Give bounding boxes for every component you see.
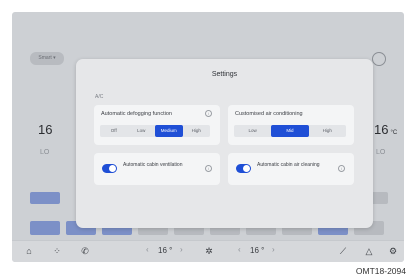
custom-ac-title: Customised air conditioning <box>235 111 303 117</box>
fan-icon[interactable]: ✲ <box>204 246 214 256</box>
cabin-cleaning-label: Automatic cabin air cleaning <box>257 162 320 168</box>
custom-ac-option-low[interactable]: Low <box>234 125 271 137</box>
info-icon[interactable]: i <box>205 165 212 172</box>
cabin-cleaning-toggle[interactable] <box>236 164 251 173</box>
climate-screen: Smart ▾ 16 16 °C LO LO ⌂ ⁘ ✆ ‹ 16 ° › ✲ ‹… <box>12 12 404 262</box>
right-temp-down-icon[interactable]: ‹ <box>238 245 241 254</box>
defog-card: Automatic defogging function i Off Low M… <box>94 105 220 145</box>
defog-option-off[interactable]: Off <box>100 125 128 137</box>
cabin-cleaning-card: Automatic cabin air cleaning i <box>228 153 354 185</box>
info-icon[interactable]: i <box>338 165 345 172</box>
phone-icon[interactable]: ✆ <box>80 246 90 256</box>
defog-option-medium[interactable]: Medium <box>155 125 183 137</box>
status-right-temp: 16 ° <box>250 246 265 255</box>
custom-ac-option-mid[interactable]: Mid <box>271 125 309 137</box>
settings-gear-icon[interactable] <box>372 52 386 66</box>
seat-icon[interactable]: ⟋ <box>338 246 348 256</box>
figure-caption: OMT18-2094 <box>355 266 406 276</box>
cabin-ventilation-card: Automatic cabin ventilation i <box>94 153 220 185</box>
bg-left-button[interactable] <box>30 192 60 204</box>
left-temp-down-icon[interactable]: ‹ <box>146 245 149 254</box>
section-label-ac: A/C <box>95 94 104 100</box>
defog-option-low[interactable]: Low <box>128 125 156 137</box>
mode-dropdown[interactable]: Smart ▾ <box>30 52 64 65</box>
custom-ac-level-selector: Low Mid High <box>234 125 346 137</box>
home-icon[interactable]: ⌂ <box>24 246 34 256</box>
left-temp-up-icon[interactable]: › <box>180 245 183 254</box>
toggle-knob <box>109 165 116 172</box>
dialog-title: Settings <box>211 71 238 78</box>
defog-level-selector: Off Low Medium High <box>100 125 210 137</box>
bottom-status-bar: ⌂ ⁘ ✆ ‹ 16 ° › ✲ ‹ 16 ° › ⟋ △ ⚙ <box>12 240 404 262</box>
toggle-knob <box>243 165 250 172</box>
defog-option-high[interactable]: High <box>183 125 211 137</box>
right-temp-up-icon[interactable]: › <box>272 245 275 254</box>
cabin-ventilation-label: Automatic cabin ventilation <box>123 162 183 168</box>
settings-icon[interactable]: ⚙ <box>388 246 398 256</box>
status-left-temp: 16 ° <box>158 246 173 255</box>
left-level-label: LO <box>40 149 50 156</box>
cabin-ventilation-toggle[interactable] <box>102 164 117 173</box>
left-temperature: 16 <box>38 122 53 137</box>
right-temperature: 16 °C <box>374 122 398 137</box>
custom-ac-option-high[interactable]: High <box>309 125 346 137</box>
power-button[interactable] <box>30 221 60 235</box>
apps-icon[interactable]: ⁘ <box>52 246 62 256</box>
settings-dialog: Settings A/C Automatic defogging functio… <box>76 59 373 228</box>
right-level-label: LO <box>376 149 386 156</box>
custom-ac-card: Customised air conditioning Low Mid High <box>228 105 354 145</box>
warning-icon[interactable]: △ <box>364 246 374 256</box>
defog-title: Automatic defogging function <box>101 111 172 117</box>
info-icon[interactable]: i <box>205 110 212 117</box>
